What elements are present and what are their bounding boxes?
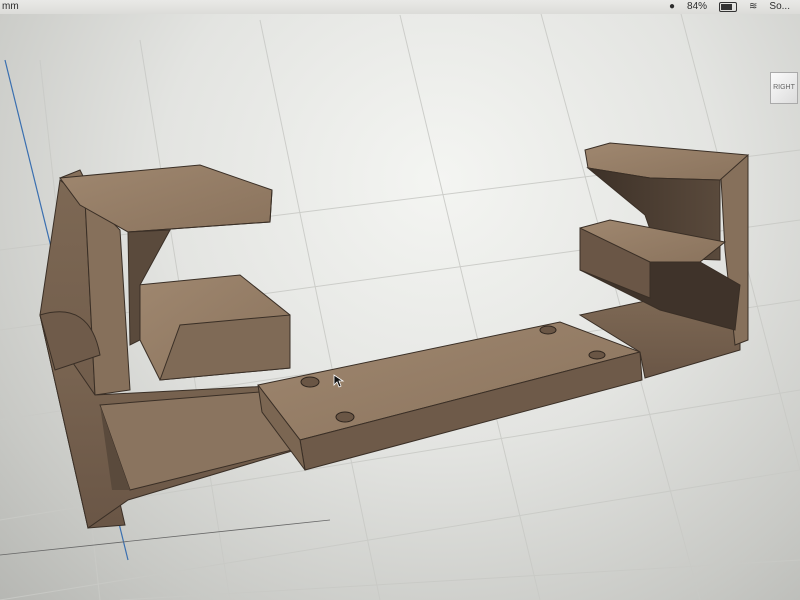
apple-icon[interactable]: ● — [669, 1, 675, 13]
wifi-icon[interactable]: ≋ — [749, 1, 757, 13]
units-label: mm — [2, 1, 19, 12]
viewcube-face-label: RIGHT — [773, 84, 795, 91]
battery-percent: 84% — [687, 1, 708, 12]
screw-hole — [588, 350, 606, 360]
status-icons: ● 84% ≋ So... — [669, 1, 790, 13]
axis-line-dark — [0, 519, 331, 556]
top-right-label: So... — [769, 1, 790, 12]
viewcube[interactable]: RIGHT — [770, 72, 798, 104]
model-scene[interactable] — [0, 0, 800, 600]
viewport-canvas[interactable]: mm ● 84% ≋ So... RIGHT — [0, 0, 800, 600]
screw-hole — [539, 325, 557, 335]
center-plate[interactable] — [257, 321, 643, 471]
screw-hole — [300, 376, 320, 388]
menu-bar: mm ● 84% ≋ So... — [0, 0, 800, 14]
left-bracket[interactable] — [39, 164, 303, 529]
cursor-pointer-icon — [333, 374, 345, 388]
screw-hole — [335, 411, 355, 423]
battery-icon[interactable] — [719, 2, 738, 12]
